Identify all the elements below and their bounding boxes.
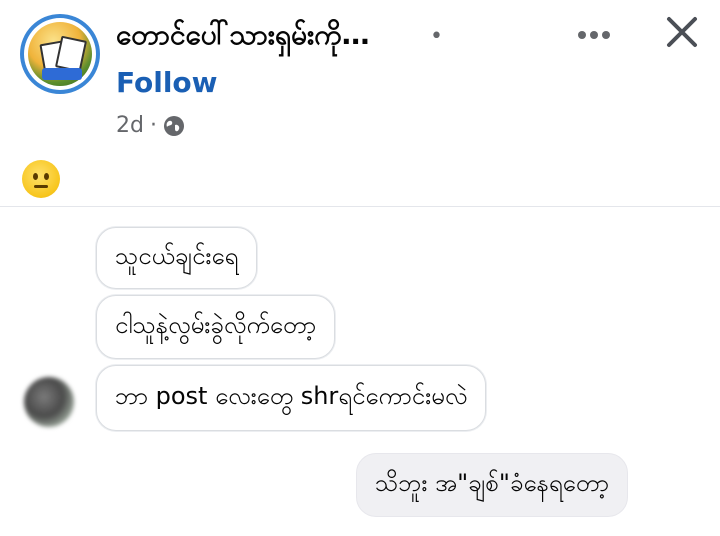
- close-button[interactable]: [656, 10, 708, 58]
- page-avatar[interactable]: [20, 14, 100, 94]
- neutral-face-emoji: [22, 160, 60, 198]
- close-icon: [665, 15, 699, 53]
- more-options-button[interactable]: [570, 14, 618, 54]
- incoming-message-3: ဘာ post လေးတွေ shrရင်ကောင်းမလဲ: [96, 365, 487, 431]
- post-meta: 2d ·: [116, 113, 185, 138]
- incoming-message-1: သူငယ်ချင်းရေ: [96, 227, 258, 289]
- page-name[interactable]: တောင်ပေါ်သားရှမ်းကို…: [116, 16, 370, 58]
- post-header: တောင်ပေါ်သားရှမ်းကို… • Follow 2d ·: [0, 0, 720, 150]
- outgoing-message-1: သိဘူး အ"ချစ်"ခံနေရတော့: [356, 453, 628, 517]
- emoji-left-eye: [33, 173, 38, 180]
- avatar-banner: [42, 68, 82, 80]
- globe-icon: [163, 115, 185, 137]
- emoji-right-eye: [44, 173, 49, 180]
- follow-button[interactable]: Follow: [116, 66, 218, 99]
- emoji-mouth: [34, 185, 48, 188]
- meta-separator: ·: [149, 113, 157, 138]
- name-separator: •: [430, 24, 443, 49]
- sender-avatar: [24, 377, 74, 427]
- post-timestamp[interactable]: 2d: [116, 113, 144, 138]
- more-dots-icon: [577, 25, 611, 44]
- incoming-message-2: ငါသူနဲ့လွမ်းခွဲလိုက်တော့: [96, 295, 336, 359]
- chat-screenshot: သူငယ်ချင်းရေ ငါသူနဲ့လွမ်းခွဲလိုက်တော့ ဘာ…: [0, 207, 720, 536]
